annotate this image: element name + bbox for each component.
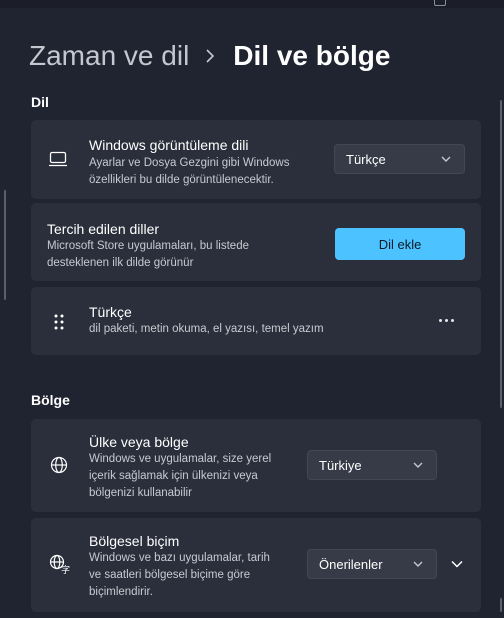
country-region-value: Türkiye (319, 458, 362, 473)
chevron-down-icon (440, 153, 452, 168)
country-region-dropdown[interactable]: Türkiye (307, 450, 437, 480)
display-language-title: Windows görüntüleme dili (89, 137, 249, 153)
regional-format-card[interactable]: 字 Bölgesel biçim Windows ve bazı uygulam… (31, 518, 481, 612)
breadcrumb: Zaman ve dil Dil ve bölge (29, 40, 390, 72)
svg-text:字: 字 (61, 564, 70, 574)
scrollbar-thumb-lower[interactable] (500, 598, 502, 612)
preferred-languages-card: Tercih edilen diller Microsoft Store uyg… (31, 203, 481, 281)
drag-handle-icon[interactable] (49, 312, 69, 332)
regional-format-value: Önerilenler (319, 557, 383, 572)
more-icon[interactable] (439, 319, 454, 322)
preferred-languages-title: Tercih edilen diller (47, 221, 160, 237)
chevron-down-icon (412, 558, 424, 573)
scrollbar-thumb[interactable] (500, 100, 502, 408)
regional-format-title: Bölgesel biçim (89, 533, 180, 549)
regional-format-desc: Windows ve bazı uygulamalar, tarih ve sa… (89, 552, 270, 598)
country-region-card: Ülke veya bölge Windows ve uygulamalar, … (31, 419, 481, 512)
display-language-desc: Ayarlar ve Dosya Gezgini gibi Windows öz… (89, 157, 290, 186)
display-language-dropdown[interactable]: Türkçe (334, 144, 465, 174)
preferred-languages-desc: Microsoft Store uygulamaları, bu listede… (47, 240, 249, 269)
country-region-title: Ülke veya bölge (89, 434, 189, 450)
breadcrumb-parent[interactable]: Zaman ve dil (29, 40, 189, 72)
maximize-icon[interactable] (434, 0, 446, 6)
language-item-turkish[interactable]: Türkçe dil paketi, metin okuma, el yazıs… (31, 287, 481, 355)
chevron-down-icon (412, 459, 424, 474)
chevron-right-icon (205, 47, 219, 65)
page-title: Dil ve bölge (233, 40, 391, 71)
language-item-title: Türkçe (89, 304, 132, 320)
monitor-icon (48, 149, 68, 169)
add-language-button[interactable]: Dil ekle (335, 228, 465, 260)
globe-icon (49, 455, 69, 475)
country-region-desc: Windows ve uygulamalar, size yerel içeri… (89, 453, 272, 499)
display-language-value: Türkçe (346, 152, 386, 167)
language-item-desc: dil paketi, metin okuma, el yazısı, teme… (89, 323, 324, 335)
regional-format-dropdown[interactable]: Önerilenler (307, 549, 437, 579)
title-bar (0, 0, 504, 8)
regional-format-icon: 字 (49, 554, 71, 574)
expand-chevron-icon[interactable] (449, 556, 465, 572)
nav-scroll-indicator (4, 190, 6, 300)
section-title-region: Bölge (31, 392, 70, 408)
section-title-language: Dil (31, 94, 49, 110)
display-language-card: Windows görüntüleme dili Ayarlar ve Dosy… (31, 120, 481, 199)
